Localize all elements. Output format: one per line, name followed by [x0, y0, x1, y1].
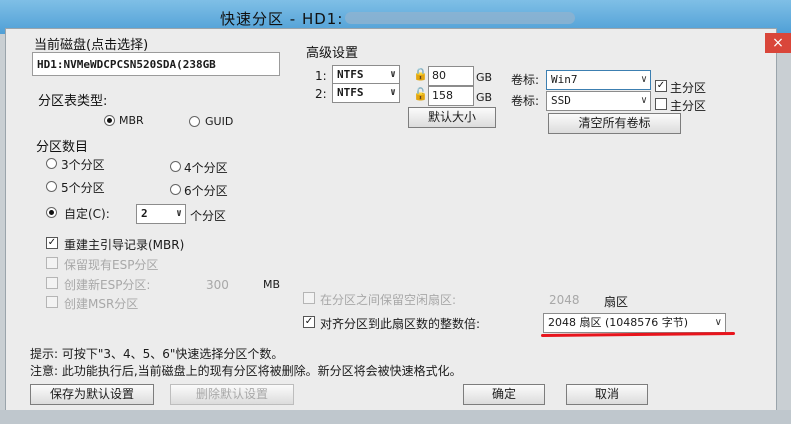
partition-2-filesystem: NTFS — [337, 86, 364, 99]
ok-button[interactable]: 确定 — [463, 384, 545, 405]
chevron-down-icon: ∨ — [640, 95, 647, 106]
chevron-down-icon: ∨ — [175, 208, 182, 219]
align-partitions-checkbox[interactable]: ✓ — [303, 316, 315, 328]
unlock-icon[interactable]: 🔓 — [413, 88, 428, 101]
mbr-radio[interactable] — [104, 115, 115, 126]
partition-2-volume: SSD — [551, 94, 571, 107]
tip-text: 提示: 可按下"3、4、5、6"快速选择分区个数。 — [30, 347, 284, 361]
cancel-button[interactable]: 取消 — [566, 384, 648, 405]
partition-2-primary-label: 主分区 — [670, 99, 707, 113]
partition-table-type-label: 分区表类型: — [38, 94, 108, 109]
current-disk-selector[interactable]: HD1:NVMeWDCPCSN520SDA(238GB — [32, 52, 280, 76]
delete-default-button[interactable]: 删除默认设置 — [170, 384, 294, 405]
four-partitions-label: 4个分区 — [184, 161, 228, 175]
partition-1-index: 1: — [315, 69, 327, 83]
save-default-button[interactable]: 保存为默认设置 — [30, 384, 154, 405]
create-msr-checkbox[interactable] — [46, 296, 58, 308]
three-partitions-label: 3个分区 — [61, 158, 105, 172]
window-title: 快速分区 - HD1: — [220, 10, 344, 28]
partition-1-primary-checkbox[interactable]: ✓ — [655, 80, 667, 92]
partition-count-label: 分区数目 — [36, 140, 89, 155]
close-button[interactable]: × — [765, 33, 791, 53]
chevron-down-icon: ∨ — [389, 69, 396, 80]
keep-esp-checkbox[interactable] — [46, 257, 58, 269]
partition-1-volume-label: 卷标: — [511, 73, 540, 87]
mbr-radio-label: MBR — [119, 114, 144, 127]
lock-icon[interactable]: 🔒 — [413, 68, 428, 81]
rebuild-mbr-checkbox[interactable]: ✓ — [46, 237, 58, 249]
custom-partitions-label: 自定(C): — [64, 207, 110, 221]
keep-free-sectors-label: 在分区之间保留空闲扇区: — [320, 293, 457, 307]
chevron-down-icon: ∨ — [714, 317, 722, 328]
esp-size-value[interactable]: 300 — [206, 278, 229, 292]
guid-radio[interactable] — [189, 116, 200, 127]
six-partitions-label: 6个分区 — [184, 184, 228, 198]
partition-1-filesystem-select[interactable]: NTFS ∨ — [332, 65, 400, 85]
partition-2-index: 2: — [315, 87, 327, 101]
keep-free-sectors-unit: 扇区 — [604, 295, 629, 309]
keep-esp-label: 保留现有ESP分区 — [64, 258, 159, 272]
keep-free-sectors-checkbox[interactable] — [303, 292, 315, 304]
current-disk-label: 当前磁盘(点击选择) — [34, 38, 149, 53]
partition-1-primary-label: 主分区 — [670, 81, 707, 95]
alignment-sector-value: 2048 扇区 (1048576 字节) — [548, 316, 689, 329]
partition-2-size-input[interactable]: 158 — [428, 86, 474, 106]
six-partitions-radio[interactable] — [170, 184, 181, 195]
partition-2-volume-select[interactable]: SSD ∨ — [546, 91, 651, 111]
custom-partition-suffix: 个分区 — [190, 209, 227, 223]
partition-2-size-unit: GB — [476, 91, 493, 104]
create-esp-checkbox[interactable] — [46, 277, 58, 289]
rebuild-mbr-label: 重建主引导记录(MBR) — [64, 238, 185, 252]
warning-text: 注意: 此功能执行后,当前磁盘上的现有分区将被删除。新分区将会被快速格式化。 — [30, 364, 462, 378]
three-partitions-radio[interactable] — [46, 158, 57, 169]
blurred-title-region — [345, 12, 575, 24]
partition-1-volume-select[interactable]: Win7 ∨ — [546, 70, 651, 90]
partition-2-primary-checkbox[interactable] — [655, 98, 667, 110]
alignment-sector-select[interactable]: 2048 扇区 (1048576 字节) ∨ — [543, 313, 726, 333]
partition-1-filesystem: NTFS — [337, 68, 364, 81]
partition-1-size-unit: GB — [476, 71, 493, 84]
clear-all-labels-button[interactable]: 清空所有卷标 — [548, 113, 681, 134]
partition-1-size-input[interactable]: 80 — [428, 66, 474, 86]
create-esp-label: 创建新ESP分区: — [64, 278, 151, 292]
partition-1-volume: Win7 — [551, 73, 578, 86]
partition-2-filesystem-select[interactable]: NTFS ∨ — [332, 83, 400, 103]
custom-partition-count-select[interactable]: 2 ∨ — [136, 204, 186, 224]
esp-size-unit: MB — [263, 278, 281, 291]
five-partitions-radio[interactable] — [46, 181, 57, 192]
advanced-settings-label: 高级设置 — [306, 46, 359, 61]
default-size-button[interactable]: 默认大小 — [408, 107, 496, 128]
chevron-down-icon: ∨ — [389, 87, 396, 98]
align-partitions-label: 对齐分区到此扇区数的整数倍: — [320, 317, 481, 331]
four-partitions-radio[interactable] — [170, 161, 181, 172]
chevron-down-icon: ∨ — [640, 74, 647, 85]
keep-free-sectors-value[interactable]: 2048 — [549, 293, 580, 307]
background-window-strip — [0, 410, 791, 424]
custom-partitions-radio[interactable] — [46, 207, 57, 218]
five-partitions-label: 5个分区 — [61, 181, 105, 195]
custom-partition-count-value: 2 — [141, 207, 148, 220]
guid-radio-label: GUID — [205, 115, 234, 128]
partition-2-volume-label: 卷标: — [511, 94, 540, 108]
create-msr-label: 创建MSR分区 — [64, 297, 139, 311]
